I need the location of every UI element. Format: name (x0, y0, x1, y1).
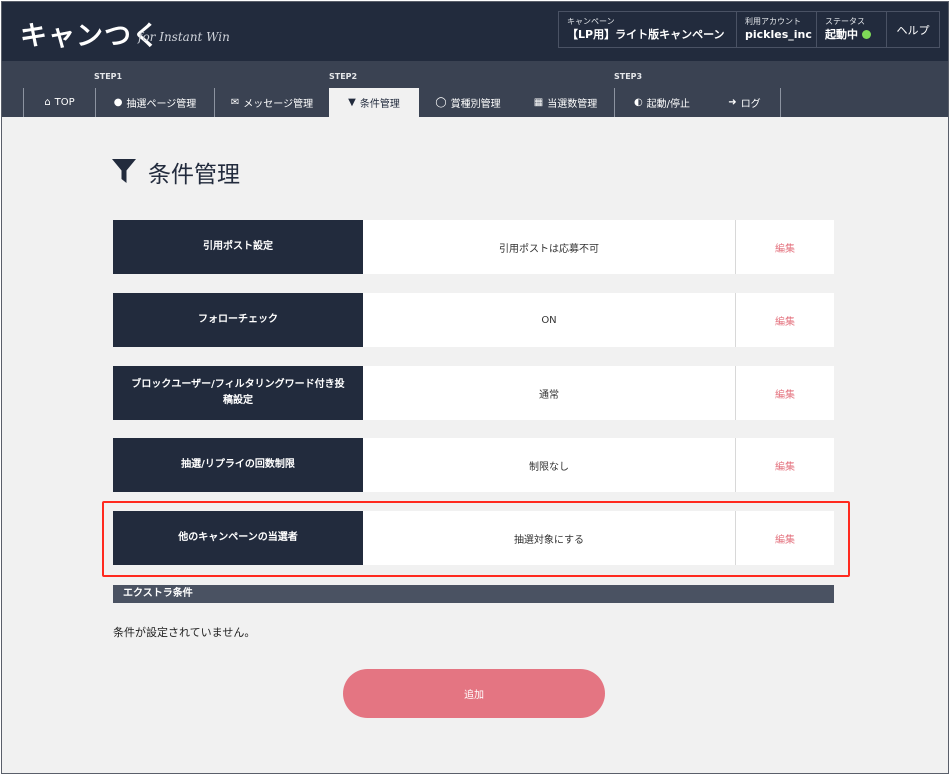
condition-label: フォローチェック (113, 293, 363, 347)
tab-prize-types-label: 賞種別管理 (450, 99, 501, 110)
app-window: キャンつく for Instant Win キャンペーン 【LP用】ライト版キャ… (1, 1, 949, 774)
tab-message[interactable]: ✉ メッセージ管理 (215, 88, 329, 117)
campaign-name: 【LP用】ライト版キャンペーン (567, 28, 725, 41)
page-title: 条件管理 (112, 155, 240, 189)
sitemap-icon: ▦ (533, 97, 544, 108)
tab-conditions[interactable]: ▼ 条件管理 (329, 88, 419, 117)
header-info-box: キャンペーン 【LP用】ライト版キャンペーン 利用アカウント pickles_i… (558, 11, 940, 48)
tab-message-label: メッセージ管理 (243, 99, 314, 110)
tab-log[interactable]: ➜ ログ (709, 88, 780, 117)
condition-label: ブロックユーザー/フィルタリングワード付き投稿設定 (113, 366, 363, 420)
step1-label: STEP1 (94, 72, 123, 81)
account-label: 利用アカウント (745, 17, 801, 26)
account-name: pickles_inc (745, 28, 812, 41)
tab-lottery-page-label: 抽選ページ管理 (126, 99, 197, 110)
toggle-icon: ◐ (633, 97, 643, 108)
filter-icon: ▼ (348, 97, 356, 108)
empty-conditions-message: 条件が設定されていません。 (113, 626, 256, 639)
highlight-box (102, 501, 850, 577)
condition-value: 通常 (363, 366, 736, 420)
app-logo-subtitle: for Instant Win (138, 30, 230, 44)
top-header: キャンつく for Instant Win キャンペーン 【LP用】ライト版キャ… (2, 2, 948, 61)
award-icon: ◯ (435, 97, 447, 108)
step2-label: STEP2 (329, 72, 358, 81)
edit-link[interactable]: 編集 (736, 293, 834, 347)
tab-winner-count-label: 当選数管理 (547, 99, 598, 110)
status-label: ステータス (825, 17, 865, 26)
tab-divider (780, 88, 781, 117)
condition-row: 引用ポスト設定 引用ポストは応募不可 編集 (113, 220, 834, 274)
campaign-info: キャンペーン 【LP用】ライト版キャンペーン (559, 12, 737, 47)
sign-in-icon: ➜ (728, 97, 737, 108)
step3-label: STEP3 (614, 72, 643, 81)
help-link[interactable]: ヘルプ (887, 12, 939, 47)
help-label: ヘルプ (896, 23, 930, 37)
account-info: 利用アカウント pickles_inc (737, 12, 817, 47)
envelope-icon: ✉ (230, 97, 240, 108)
status-value: 起動中 (825, 27, 878, 43)
tab-start-stop[interactable]: ◐ 起動/停止 (615, 88, 709, 117)
condition-label: 引用ポスト設定 (113, 220, 363, 274)
condition-row: フォローチェック ON 編集 (113, 293, 834, 347)
tab-top[interactable]: ⌂ TOP (24, 88, 95, 117)
user-icon: ● (113, 97, 123, 108)
tab-log-label: ログ (740, 99, 761, 110)
status-dot-icon (862, 30, 871, 39)
filter-icon (112, 159, 136, 183)
step-navigation: STEP1 STEP2 STEP3 ⌂ TOP ● 抽選ページ管理 ✉ メッセージ管理… (2, 61, 948, 117)
edit-link[interactable]: 編集 (736, 366, 834, 420)
home-icon: ⌂ (44, 97, 51, 108)
tab-winner-count[interactable]: ▦ 当選数管理 (517, 88, 614, 117)
condition-row: 抽選/リプライの回数制限 制限なし 編集 (113, 438, 834, 492)
condition-row: ブロックユーザー/フィルタリングワード付き投稿設定 通常 編集 (113, 366, 834, 420)
tab-lottery-page[interactable]: ● 抽選ページ管理 (96, 88, 214, 117)
condition-value: ON (363, 293, 736, 347)
tab-top-label: TOP (54, 97, 75, 108)
tab-conditions-label: 条件管理 (359, 99, 400, 110)
edit-link[interactable]: 編集 (736, 220, 834, 274)
condition-value: 引用ポストは応募不可 (363, 220, 736, 274)
tab-prize-types[interactable]: ◯ 賞種別管理 (419, 88, 517, 117)
edit-link[interactable]: 編集 (736, 438, 834, 492)
status-text: 起動中 (825, 28, 858, 41)
condition-value: 制限なし (363, 438, 736, 492)
status-info: ステータス 起動中 (817, 12, 887, 47)
add-button[interactable]: 追加 (343, 669, 605, 718)
page-title-text: 条件管理 (148, 162, 240, 188)
tab-start-stop-label: 起動/停止 (646, 99, 691, 110)
campaign-label: キャンペーン (567, 17, 615, 26)
add-button-label: 追加 (464, 690, 484, 701)
extra-conditions-header: エクストラ条件 (113, 585, 834, 603)
condition-label: 抽選/リプライの回数制限 (113, 438, 363, 492)
